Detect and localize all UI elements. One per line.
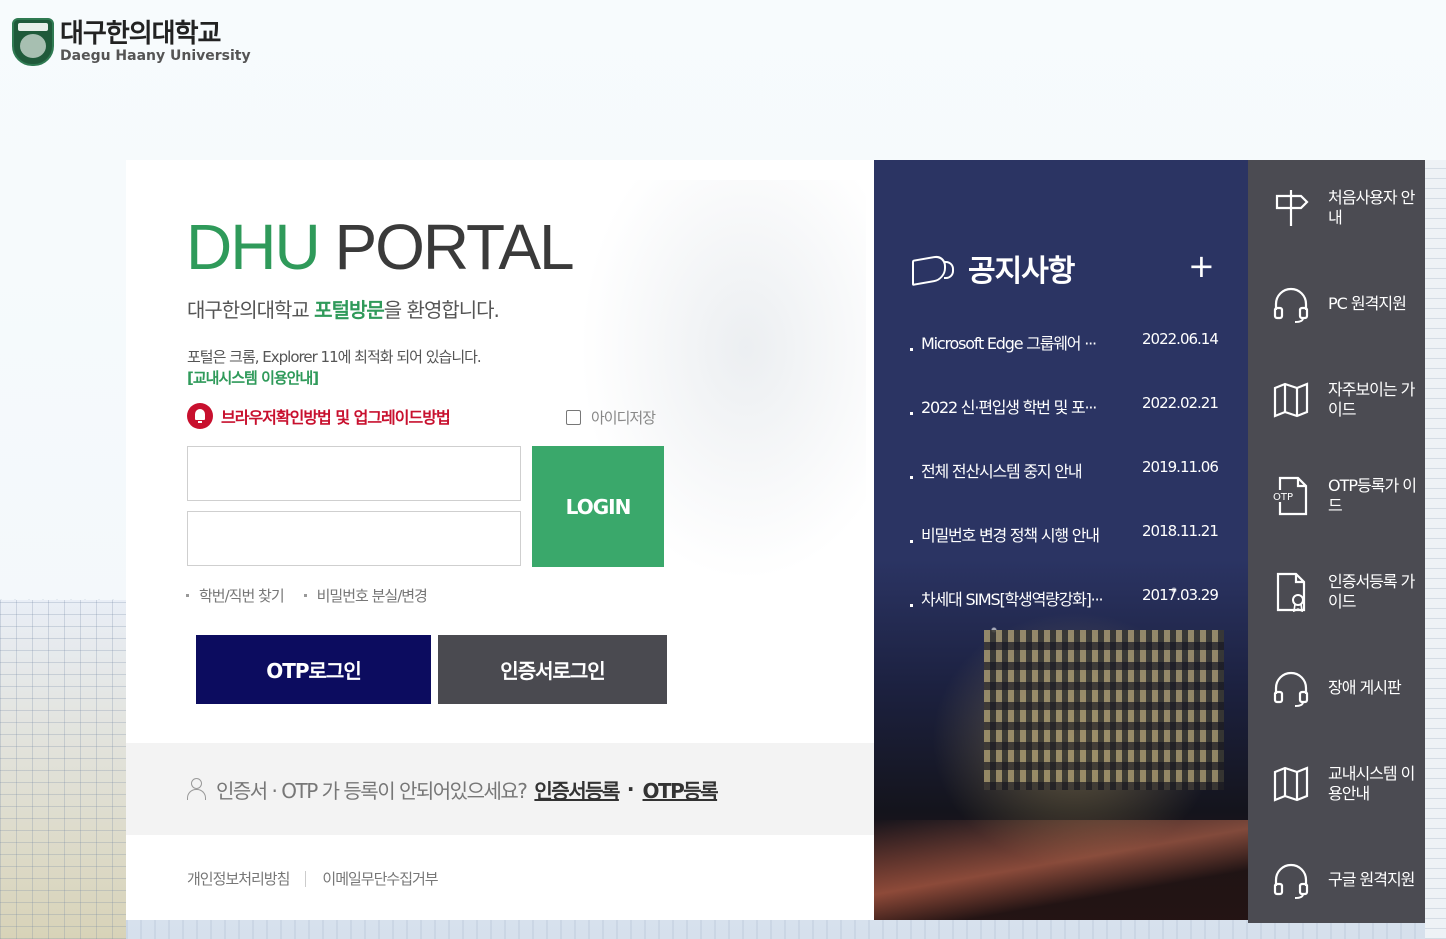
footer-divider [305,870,307,887]
svg-text:OTP: OTP [1273,492,1293,503]
headset-icon [1272,668,1310,708]
quick-item-label: OTP등록가 이드 [1328,476,1417,515]
otp-document-icon: OTP [1272,476,1310,516]
otp-register-link[interactable]: OTP등록 [643,775,719,804]
password-input[interactable] [187,511,521,566]
welcome-message: 대구한의대학교 포털방문을 환영합니다. [187,294,500,323]
headset-icon [1272,284,1310,324]
quick-item-label: 처음사용자 안내 [1328,188,1415,227]
alert-bell-icon [187,403,213,429]
notice-subject[interactable]: Microsoft Edge 그룹웨어 ··· [921,330,1126,354]
quick-item-faq-guide[interactable]: 자주보이는 가이드 [1248,352,1425,448]
notice-item[interactable]: 전체 전산시스템 중지 안내 2019.11.06 [908,454,1228,518]
background-sketch-left [0,600,126,939]
find-id-label: 학번/직번 찾기 [199,587,285,605]
account-help-links: 학번/직번 찾기 비밀번호 분실/변경 [186,585,447,606]
quick-item-label: 교내시스템 이용안내 [1328,764,1415,803]
quick-menu: 처음사용자 안내 PC 원격지원 자주보이는 가이드 OTP OTP등록가 이드… [1248,160,1425,923]
map-icon [1272,764,1310,804]
portal-title-portal: PORTAL [318,211,574,283]
quick-item-first-user-guide[interactable]: 처음사용자 안내 [1248,160,1425,256]
user-icon [186,778,206,800]
id-input[interactable] [187,446,521,501]
login-card: DHU PORTAL 대구한의대학교 포털방문을 환영합니다. 포털은 크롬, … [126,160,874,920]
certificate-register-link[interactable]: 인증서등록 [534,775,620,804]
email-refusal-link[interactable]: 이메일무단수집거부 [322,868,438,889]
bullet-icon [186,594,189,597]
save-id-option[interactable]: 아이디저장 [566,407,656,428]
browser-check-link[interactable]: 브라우저확인방법 및 업그레이드방법 [221,404,451,428]
notice-subject[interactable]: 비밀번호 변경 정책 시행 안내 [921,522,1126,546]
quick-item-label: PC 원격지원 [1328,294,1407,313]
logo-name-en: Daegu Haany University [60,48,251,64]
notice-item[interactable]: 비밀번호 변경 정책 시행 안내 2018.11.21 [908,518,1228,582]
find-password-link[interactable]: 비밀번호 분실/변경 [303,585,428,606]
bullet-icon [910,412,913,415]
quick-item-otp-guide[interactable]: OTP OTP등록가 이드 [1248,448,1425,544]
quick-item-label: 자주보이는 가이드 [1328,380,1415,419]
notice-subject[interactable]: 차세대 SIMS[학생역량강화]··· [921,586,1126,610]
notice-item[interactable]: 차세대 SIMS[학생역량강화]··· 2017.03.29 [908,582,1228,646]
intra-system-guide-link[interactable]: [교내시스템 이용안내] [187,367,319,388]
find-id-link[interactable]: 학번/직번 찾기 [186,585,285,606]
quick-item-label: 인증서등록 가이드 [1328,572,1415,611]
notice-date: 2019.11.06 [1142,458,1219,476]
welcome-post: 을 환영합니다. [383,298,500,322]
browser-optimized-note: 포털은 크롬, Explorer 11에 최적화 되어 있습니다. [187,348,482,366]
quick-item-pc-remote-support[interactable]: PC 원격지원 [1248,256,1425,352]
quick-item-google-remote-support[interactable]: 구글 원격지원 [1248,832,1425,928]
privacy-policy-link[interactable]: 개인정보처리방침 [187,868,290,889]
certificate-login-button[interactable]: 인증서로그인 [438,635,667,704]
save-id-checkbox[interactable] [566,410,581,425]
welcome-pre: 대구한의대학교 [187,298,315,322]
university-emblem-icon [12,18,54,66]
quick-item-label: 장애 게시판 [1328,678,1402,697]
notice-subject[interactable]: 2022 신·편입생 학번 및 포··· [921,394,1126,418]
notice-header: 공지사항 [908,246,1075,290]
map-icon [1272,380,1310,420]
notice-date: 2022.06.14 [1142,330,1219,348]
welcome-highlight: 포털방문 [314,298,385,322]
notice-title: 공지사항 [968,254,1075,289]
logo-name-kr: 대구한의대학교 [60,19,221,49]
background-sketch-right [1425,160,1446,939]
quick-item-failure-board[interactable]: 장애 게시판 [1248,640,1425,736]
certificate-document-icon [1272,572,1310,613]
registration-band: 인증서 · OTP 가 등록이 안되어있으세요? 인증서등록 · OTP등록 [126,743,874,835]
megaphone-icon [908,251,954,285]
notice-panel: 공지사항 + Microsoft Edge 그룹웨어 ··· 2022.06.1… [874,160,1248,920]
university-logo[interactable]: 대구한의대학교 Daegu Haany University [12,18,251,66]
otp-login-button[interactable]: OTP로그인 [196,635,431,704]
portal-title: DHU PORTAL [186,211,575,283]
notice-list: Microsoft Edge 그룹웨어 ··· 2022.06.14 2022 … [908,326,1228,646]
notice-date: 2022.02.21 [1142,394,1219,412]
bullet-icon [910,604,913,607]
quick-item-intra-system-guide[interactable]: 교내시스템 이용안내 [1248,736,1425,832]
find-password-label: 비밀번호 분실/변경 [316,587,428,605]
footer-links: 개인정보처리방침 이메일무단수집거부 [187,868,439,889]
notice-subject[interactable]: 전체 전산시스템 중지 안내 [921,458,1126,482]
campus-road-photo [874,820,1248,920]
save-id-label: 아이디저장 [591,409,656,427]
signpost-icon [1272,188,1310,228]
notice-item[interactable]: Microsoft Edge 그룹웨어 ··· 2022.06.14 [908,326,1228,390]
headset-icon [1272,860,1310,900]
notice-more-button[interactable]: + [1188,250,1215,282]
browser-check-row[interactable]: 브라우저확인방법 및 업그레이드방법 [187,403,451,429]
notice-date: 2018.11.21 [1142,522,1219,540]
registration-separator: · [626,777,635,801]
bullet-icon [303,594,307,597]
quick-item-label: 구글 원격지원 [1328,870,1415,889]
quick-item-certificate-guide[interactable]: 인증서등록 가이드 [1248,544,1425,640]
bullet-icon [910,476,913,479]
campus-building-photo [984,630,1224,790]
registration-text: 인증서 · OTP 가 등록이 안되어있으세요? [216,778,528,803]
bullet-icon [910,348,913,351]
portal-title-dhu: DHU [186,211,321,283]
logo-text: 대구한의대학교 Daegu Haany University [60,20,251,64]
notice-date: 2017.03.29 [1142,586,1219,604]
bullet-icon [910,540,913,543]
login-button[interactable]: LOGIN [532,446,664,567]
notice-item[interactable]: 2022 신·편입생 학번 및 포··· 2022.02.21 [908,390,1228,454]
